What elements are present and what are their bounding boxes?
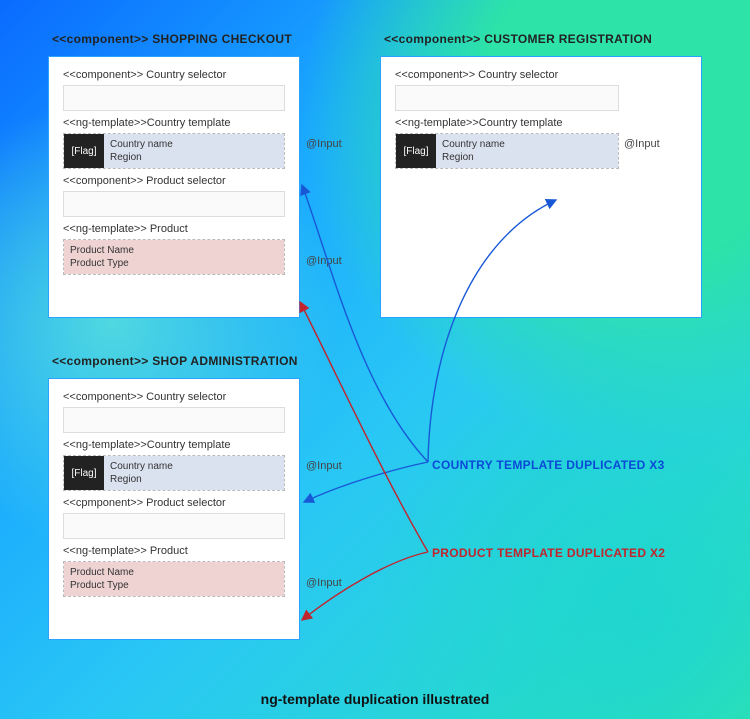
- p2-country-selector-label: <<component>> Country selector: [395, 69, 619, 81]
- p1-product-template-label: <<ng-template>> Product: [63, 223, 285, 235]
- diagram-caption: ng-template duplication illustrated: [0, 691, 750, 707]
- p3-product-type: Product Type: [70, 579, 278, 592]
- panel2-title: <<component>> CUSTOMER REGISTRATION: [384, 32, 652, 46]
- p1-region: Region: [110, 151, 278, 164]
- p1-product-type: Product Type: [70, 257, 278, 270]
- p3-country-template-body: Country name Region: [104, 456, 284, 490]
- p3-product-name: Product Name: [70, 566, 278, 579]
- p1-country-input-tag: @Input: [306, 138, 342, 150]
- p3-product-template-body: Product Name Product Type: [64, 562, 284, 596]
- p1-country-template-box: [Flag] Country name Region: [63, 133, 285, 169]
- p1-country-selector-label: <<component>> Country selector: [63, 69, 285, 81]
- p1-product-template-body: Product Name Product Type: [64, 240, 284, 274]
- p1-country-selector-box: [63, 85, 285, 111]
- p1-product-name: Product Name: [70, 244, 278, 257]
- p3-product-template-label: <<ng-template>> Product: [63, 545, 285, 557]
- panel-customer-registration: <<component>> Country selector <<ng-temp…: [380, 56, 702, 318]
- p2-country-name: Country name: [442, 138, 612, 151]
- p3-product-selector-label: <<cpmponent>> Product selector: [63, 497, 285, 509]
- flag-icon: [Flag]: [64, 134, 104, 168]
- p3-product-selector-box: [63, 513, 285, 539]
- p2-country-template-box: [Flag] Country name Region: [395, 133, 619, 169]
- p1-country-template-body: Country name Region: [104, 134, 284, 168]
- p2-country-template-label: <<ng-template>>Country template: [395, 117, 619, 129]
- p1-product-selector-box: [63, 191, 285, 217]
- p1-product-selector-label: <<component>> Product selector: [63, 175, 285, 187]
- panel-shopping-checkout: <<component>> Country selector <<ng-temp…: [48, 56, 300, 318]
- p3-country-template-box: [Flag] Country name Region: [63, 455, 285, 491]
- p3-country-template-label: <<ng-template>>Country template: [63, 439, 285, 451]
- p2-region: Region: [442, 151, 612, 164]
- p2-country-template-body: Country name Region: [436, 134, 618, 168]
- panel3-title: <<component>> SHOP ADMINISTRATION: [52, 354, 298, 368]
- flag-icon: [Flag]: [396, 134, 436, 168]
- p3-country-selector-label: <<component>> Country selector: [63, 391, 285, 403]
- p2-country-input-tag: @Input: [624, 138, 660, 150]
- p1-product-template-box: Product Name Product Type: [63, 239, 285, 275]
- p1-product-input-tag: @Input: [306, 255, 342, 267]
- p3-country-input-tag: @Input: [306, 460, 342, 472]
- p3-product-template-box: Product Name Product Type: [63, 561, 285, 597]
- p3-region: Region: [110, 473, 278, 486]
- p1-country-name: Country name: [110, 138, 278, 151]
- p3-country-selector-box: [63, 407, 285, 433]
- p3-country-name: Country name: [110, 460, 278, 473]
- p3-product-input-tag: @Input: [306, 577, 342, 589]
- panel1-title: <<component>> SHOPPING CHECKOUT: [52, 32, 292, 46]
- note-product-duplicated: PRODUCT TEMPLATE DUPLICATED X2: [432, 546, 665, 560]
- panel-shop-administration: <<component>> Country selector <<ng-temp…: [48, 378, 300, 640]
- note-country-duplicated: COUNTRY TEMPLATE DUPLICATED X3: [432, 458, 665, 472]
- p2-country-selector-box: [395, 85, 619, 111]
- flag-icon: [Flag]: [64, 456, 104, 490]
- p1-country-template-label: <<ng-template>>Country template: [63, 117, 285, 129]
- diagram-canvas: <<component>> SHOPPING CHECKOUT <<compon…: [0, 0, 750, 719]
